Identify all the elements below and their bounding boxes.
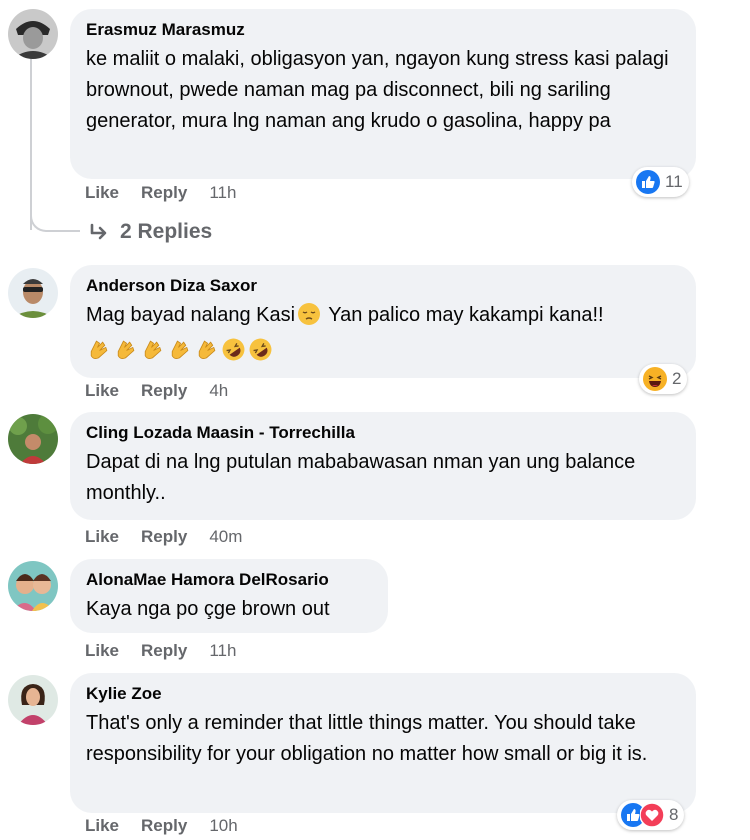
reaction-summary[interactable]: 8	[617, 800, 685, 830]
pensive-emoji	[298, 303, 321, 325]
like-button[interactable]: Like	[85, 527, 119, 546]
comment-bubble: AlonaMae Hamora DelRosario Kaya nga po ç…	[70, 559, 388, 633]
emoji-row	[86, 335, 678, 363]
reply-arrow-icon	[90, 223, 107, 240]
clap-emoji	[171, 340, 189, 359]
comment-actions: Like Reply 4h	[85, 381, 228, 401]
like-button[interactable]: Like	[85, 183, 119, 202]
comment-actions: Like Reply 11h	[85, 183, 236, 203]
comment-author[interactable]: Kylie Zoe	[86, 683, 678, 705]
haha-reaction-icon	[643, 367, 667, 391]
reply-button[interactable]: Reply	[141, 381, 187, 400]
reaction-summary[interactable]: 2	[639, 364, 688, 394]
comment-author[interactable]: Cling Lozada Maasin - Torrechilla	[86, 422, 678, 444]
like-button[interactable]: Like	[85, 381, 119, 400]
comment-actions: Like Reply 40m	[85, 527, 242, 547]
replies-count-label: 2 Replies	[120, 220, 213, 243]
like-reaction-icon	[636, 170, 660, 194]
avatar-cling[interactable]	[8, 414, 58, 464]
comment-bubble: Erasmuz Marasmuz ke maliit o malaki, obl…	[70, 9, 696, 179]
reply-button[interactable]: Reply	[141, 641, 187, 660]
love-reaction-icon	[640, 803, 664, 827]
view-replies-link[interactable]: 2 Replies	[88, 220, 212, 244]
like-button[interactable]: Like	[85, 641, 119, 660]
avatar-erasmuz[interactable]	[8, 9, 58, 59]
comment-timestamp[interactable]: 10h	[209, 816, 237, 835]
reaction-summary[interactable]: 11	[632, 167, 689, 197]
comment-text: That's only a reminder that little thing…	[86, 712, 648, 765]
reply-button[interactable]: Reply	[141, 527, 187, 546]
comment-text: Mag bayad nalang Kasi Yan palico may kak…	[86, 300, 678, 331]
reply-button[interactable]: Reply	[141, 816, 187, 835]
comment-actions: Like Reply 11h	[85, 641, 236, 661]
comment-timestamp[interactable]: 11h	[209, 641, 236, 660]
comment-text-part: Mag bayad nalang Kasi	[86, 304, 296, 326]
rofl-emoji	[222, 338, 245, 360]
comment-bubble: Kylie Zoe That's only a reminder that li…	[70, 673, 696, 813]
reaction-count: 2	[672, 369, 682, 388]
thread-connector-curve	[30, 200, 80, 232]
reaction-count: 11	[665, 172, 683, 191]
comment-text: ke maliit o malaki, obligasyon yan, ngay…	[86, 48, 669, 132]
avatar-kylie[interactable]	[8, 675, 58, 725]
comment-author[interactable]: Anderson Diza Saxor	[86, 275, 678, 297]
clap-emoji	[117, 340, 135, 359]
comment-timestamp[interactable]: 11h	[209, 183, 236, 202]
comment-author[interactable]: AlonaMae Hamora DelRosario	[86, 569, 370, 591]
comment-timestamp[interactable]: 40m	[209, 527, 242, 546]
avatar-alonamae[interactable]	[8, 561, 58, 611]
comment-timestamp[interactable]: 4h	[209, 381, 228, 400]
comment-bubble: Cling Lozada Maasin - Torrechilla Dapat …	[70, 412, 696, 520]
avatar-anderson[interactable]	[8, 268, 58, 318]
reply-button[interactable]: Reply	[141, 183, 187, 202]
reaction-count: 8	[669, 805, 679, 824]
comment-actions: Like Reply 10h	[85, 816, 238, 836]
comment-text-part: Yan palico may kakampi kana!!	[323, 304, 604, 326]
comment-text: Dapat di na lng putulan mababawasan nman…	[86, 451, 636, 504]
comment-author[interactable]: Erasmuz Marasmuz	[86, 19, 678, 41]
comment-bubble: Anderson Diza Saxor Mag bayad nalang Kas…	[70, 265, 696, 378]
clap-emoji	[198, 340, 216, 359]
like-button[interactable]: Like	[85, 816, 119, 835]
comment-text: Kaya nga po çge brown out	[86, 598, 330, 620]
clap-emoji	[144, 340, 162, 359]
clap-emoji	[90, 340, 108, 359]
rofl-emoji	[249, 338, 272, 360]
